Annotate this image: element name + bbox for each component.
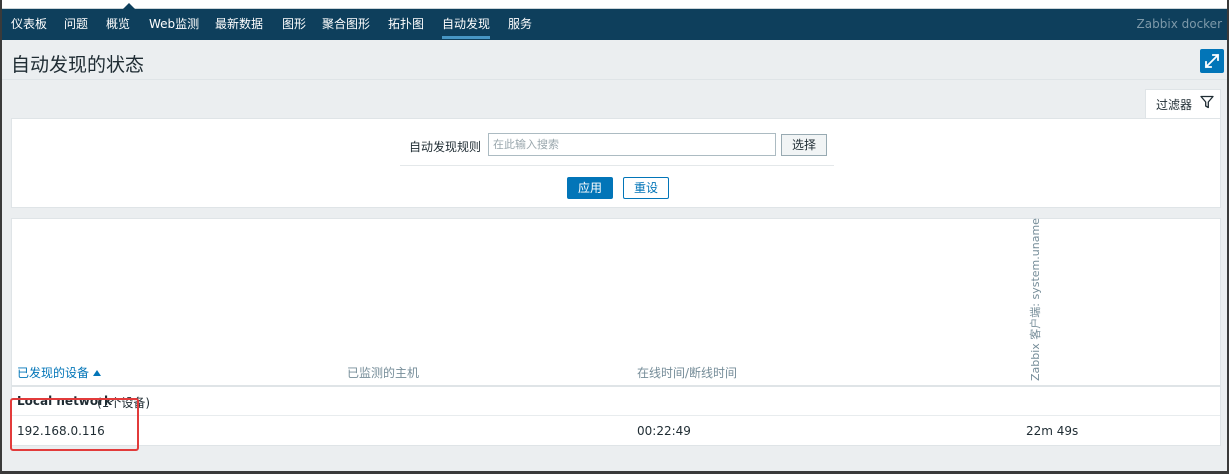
group-row: Local network (1个设备) xyxy=(12,387,1220,416)
nav-item-web[interactable]: Web监测 xyxy=(149,9,199,40)
nav-item-maps[interactable]: 拓扑图 xyxy=(388,9,424,40)
discovery-rule-label: 自动发现规则 xyxy=(409,140,482,154)
filter-tab[interactable]: 过滤器 xyxy=(1145,89,1221,119)
column-header-check-wrapper: Zabbix 客户端: system.uname xyxy=(1027,218,1045,381)
page-header: 自动发现的状态 xyxy=(0,40,1229,80)
nav-item-graphs[interactable]: 图形 xyxy=(282,9,306,40)
nav-item-latest-data[interactable]: 最新数据 xyxy=(215,9,263,40)
nav-item-discovery[interactable]: 自动发现 xyxy=(442,9,491,40)
discovery-rule-input[interactable] xyxy=(488,133,776,156)
nav-item-screens[interactable]: 聚合图形 xyxy=(322,9,370,40)
filter-divider xyxy=(400,165,834,166)
check-value-cell: 22m 49s xyxy=(1026,424,1079,438)
column-header-monitored-host: 已监测的主机 xyxy=(347,366,420,380)
nav-item-overview[interactable]: 概览 xyxy=(106,9,130,40)
nav-item-dashboard[interactable]: 仪表板 xyxy=(11,9,47,40)
filter-panel: 自动发现规则 选择 应用 重设 xyxy=(11,118,1221,208)
column-header-label: 已发现的设备 xyxy=(17,366,90,380)
group-device-count: (1个设备) xyxy=(97,396,150,410)
device-ip: 192.168.0.116 xyxy=(17,424,105,438)
sort-ascending-icon xyxy=(93,370,102,376)
table-row: 192.168.0.116 00:22:49 22m 49s xyxy=(12,416,1220,445)
column-header-uptime-downtime: 在线时间/断线时间 xyxy=(637,366,738,380)
reset-button[interactable]: 重设 xyxy=(623,177,669,199)
expand-icon xyxy=(1204,53,1220,69)
main-nav: 仪表板 问题 概览 Web监测 最新数据 图形 聚合图形 拓扑图 自动发现 服务… xyxy=(0,9,1229,40)
apply-button[interactable]: 应用 xyxy=(567,177,613,199)
select-button[interactable]: 选择 xyxy=(781,134,827,156)
page-title: 自动发现的状态 xyxy=(11,54,145,76)
column-header-discovered-device[interactable]: 已发现的设备 xyxy=(17,364,102,381)
uptime-cell: 00:22:49 xyxy=(637,424,691,438)
nav-item-problems[interactable]: 问题 xyxy=(64,9,88,40)
top-strip xyxy=(0,0,1229,9)
filter-tab-label: 过滤器 xyxy=(1156,98,1193,112)
nav-item-services[interactable]: 服务 xyxy=(508,9,532,40)
fullscreen-button[interactable] xyxy=(1200,49,1224,73)
discovery-table: 已发现的设备 已监测的主机 在线时间/断线时间 Zabbix 客户端: syst… xyxy=(11,218,1221,446)
server-name: Zabbix docker xyxy=(1136,17,1222,31)
filter-icon xyxy=(1200,95,1214,109)
column-header-check: Zabbix 客户端: system.uname xyxy=(1029,218,1042,381)
